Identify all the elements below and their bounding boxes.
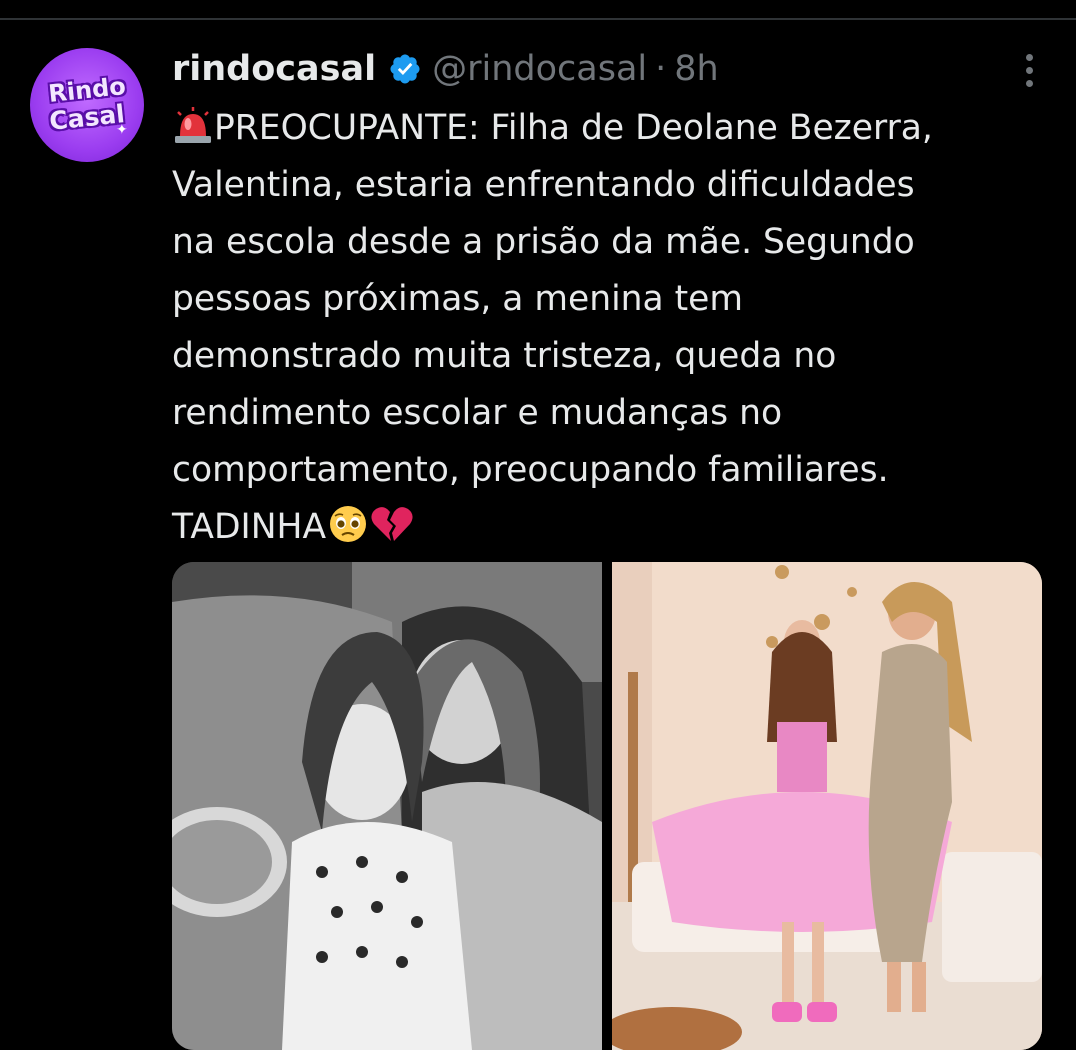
photo-mother-daughter-bw[interactable] [172, 562, 602, 1050]
tweet-line-1-text: PREOCUPANTE: Filha de Deolane Bezerra, [214, 108, 933, 148]
media-grid[interactable] [172, 562, 1042, 1050]
tweet-line-5: demonstrado muita tristeza, queda no [172, 336, 837, 376]
tweet-line-1: PREOCUPANTE: Filha de Deolane Bezerra, [172, 100, 1052, 157]
top-divider [0, 18, 1076, 20]
tweet-header: rindocasal @rindocasal · 8h [172, 46, 719, 92]
rotating-light-icon [175, 107, 211, 143]
tweet-line-2: Valentina, estaria enfrentando dificulda… [172, 165, 915, 205]
separator-dot: · [655, 49, 667, 89]
photo-mother-daughter-pink[interactable] [612, 562, 1042, 1050]
sparkle-icon: ✦ [116, 122, 128, 138]
pleading-face-icon [330, 506, 367, 542]
broken-heart-icon [371, 507, 413, 541]
handle[interactable]: @rindocasal [432, 49, 647, 89]
tweet-line-3: na escola desde a prisão da mãe. Segundo [172, 222, 915, 262]
display-name[interactable]: rindocasal [172, 49, 376, 89]
tweet-line-6: rendimento escolar e mudanças no [172, 393, 783, 433]
avatar[interactable]: Rindo Casal ✦ [30, 48, 144, 162]
photo-color-illustration [612, 562, 1042, 1050]
tweet-text: PREOCUPANTE: Filha de Deolane Bezerra, V… [172, 100, 1052, 556]
more-options-icon[interactable] [1022, 54, 1036, 87]
timestamp[interactable]: 8h [674, 49, 718, 89]
tweet-line-4: pessoas próximas, a menina tem [172, 279, 744, 319]
tweet-line-8: TADINHA [172, 499, 1052, 556]
tweet-line-8-text: TADINHA [172, 507, 327, 547]
tweet-line-7: comportamento, preocupando familiares. [172, 450, 889, 490]
verified-badge-icon[interactable] [388, 52, 422, 86]
photo-bw-illustration [172, 562, 602, 1050]
